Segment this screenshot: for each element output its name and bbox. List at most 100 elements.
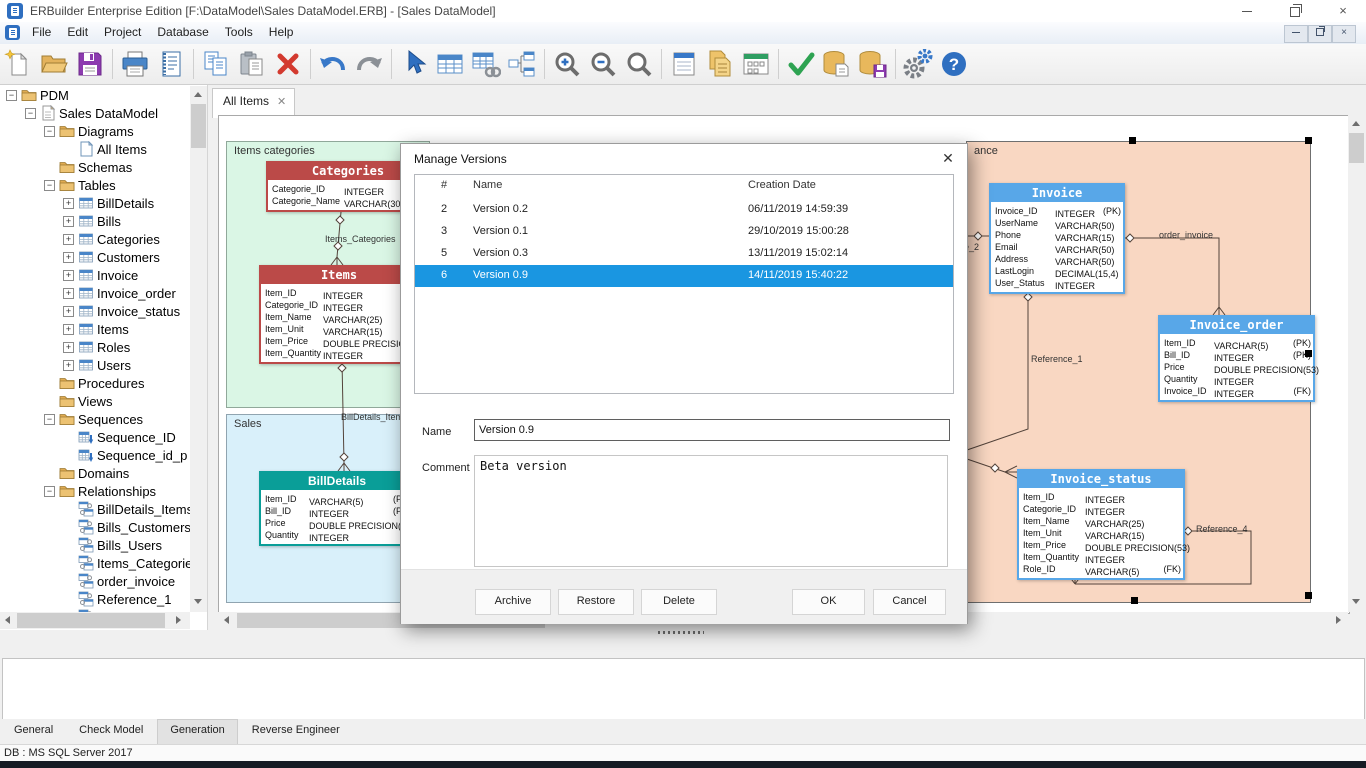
table-link-button[interactable] xyxy=(469,47,503,81)
tree-item-procedures[interactable]: Procedures xyxy=(0,374,190,392)
print-button[interactable] xyxy=(118,47,152,81)
copy-button[interactable] xyxy=(199,47,233,81)
collapse-icon[interactable]: − xyxy=(44,414,55,425)
tree-item-relationships[interactable]: −Relationships xyxy=(0,482,190,500)
menu-item-tools[interactable]: Tools xyxy=(217,22,261,44)
generate-script-button[interactable] xyxy=(820,47,854,81)
paste-button[interactable] xyxy=(235,47,269,81)
mdi-minimize-button[interactable] xyxy=(1284,25,1308,43)
report-button[interactable] xyxy=(154,47,188,81)
tab-all-items[interactable]: All Items✕ xyxy=(212,88,295,118)
minimize-button[interactable] xyxy=(1232,2,1262,20)
menu-item-project[interactable]: Project xyxy=(96,22,149,44)
expand-icon[interactable]: + xyxy=(63,198,74,209)
tree-item-invoice-status[interactable]: +Invoice_status xyxy=(0,302,190,320)
tree-item-categories[interactable]: +Categories xyxy=(0,230,190,248)
expand-icon[interactable]: + xyxy=(63,324,74,335)
tree-item-billdetails-items[interactable]: BillDetails_Items xyxy=(0,500,190,518)
tree-item-pdm[interactable]: −PDM xyxy=(0,86,190,104)
table-button[interactable] xyxy=(433,47,467,81)
tree-item-invoice[interactable]: +Invoice xyxy=(0,266,190,284)
archive-button[interactable]: Archive xyxy=(475,589,551,615)
tree-item-views[interactable]: Views xyxy=(0,392,190,410)
tree-item-users[interactable]: +Users xyxy=(0,356,190,374)
cancel-button[interactable]: Cancel xyxy=(873,589,946,615)
open-folder-button[interactable] xyxy=(37,47,71,81)
expand-icon[interactable]: + xyxy=(63,234,74,245)
tree-item-order-invoice[interactable]: order_invoice xyxy=(0,572,190,590)
tree-item-reference-1[interactable]: Reference_1 xyxy=(0,590,190,608)
selection-handle[interactable] xyxy=(1305,350,1312,357)
settings-button[interactable] xyxy=(901,47,935,81)
close-button[interactable]: × xyxy=(1328,2,1358,20)
tree-item-all-items[interactable]: All Items xyxy=(0,140,190,158)
tree-item-bills[interactable]: +Bills xyxy=(0,212,190,230)
name-input[interactable] xyxy=(474,419,950,441)
entity-invoice-status[interactable]: Invoice_statusItem_IDINTEGERCategorie_ID… xyxy=(1017,469,1185,580)
delete-version-button[interactable]: Delete xyxy=(641,589,717,615)
tree-item-domains[interactable]: Domains xyxy=(0,464,190,482)
collapse-icon[interactable]: − xyxy=(44,180,55,191)
expand-icon[interactable]: + xyxy=(63,270,74,281)
new-file-button[interactable] xyxy=(1,47,35,81)
tree-horizontal-scrollbar[interactable] xyxy=(0,612,190,629)
diagram-button[interactable] xyxy=(505,47,539,81)
tree-vertical-scrollbar[interactable] xyxy=(190,86,207,612)
tree-item-schemas[interactable]: Schemas xyxy=(0,158,190,176)
save-button[interactable] xyxy=(73,47,107,81)
pointer-button[interactable] xyxy=(397,47,431,81)
undo-button[interactable] xyxy=(316,47,350,81)
redo-button[interactable] xyxy=(352,47,386,81)
expand-icon[interactable]: + xyxy=(63,288,74,299)
tree-item-sequences[interactable]: −Sequences xyxy=(0,410,190,428)
entity-billdetails[interactable]: BillDetailsItem_IDVARCHAR(5)(PK)Bill_IDI… xyxy=(259,471,415,546)
collapse-icon[interactable]: − xyxy=(44,126,55,137)
expand-icon[interactable]: + xyxy=(63,360,74,371)
app-menu-icon[interactable] xyxy=(5,25,20,40)
version-row-version-0-1[interactable]: 3Version 0.129/10/2019 15:00:28 xyxy=(415,221,953,243)
tree-item-billdetails[interactable]: +BillDetails xyxy=(0,194,190,212)
tab-close-icon[interactable]: ✕ xyxy=(277,96,286,108)
collapse-icon[interactable]: − xyxy=(44,486,55,497)
selection-handle[interactable] xyxy=(1129,137,1136,144)
help-button[interactable]: ? xyxy=(937,47,971,81)
menu-item-help[interactable]: Help xyxy=(261,22,302,44)
splitter-handle[interactable] xyxy=(658,631,704,634)
tree-item-items-categories[interactable]: Items_Categories xyxy=(0,554,190,572)
expand-icon[interactable]: + xyxy=(63,342,74,353)
mdi-close-button[interactable]: × xyxy=(1332,25,1356,43)
expand-icon[interactable]: + xyxy=(63,216,74,227)
version-list[interactable]: # Name Creation Date 2Version 0.206/11/2… xyxy=(414,174,954,394)
dialog-close-icon[interactable]: ✕ xyxy=(939,150,957,167)
version-row-version-0-9[interactable]: 6Version 0.914/11/2019 15:40:22 xyxy=(415,265,953,287)
selection-handle[interactable] xyxy=(1305,137,1312,144)
expand-icon[interactable]: + xyxy=(63,306,74,317)
version-row-version-0-3[interactable]: 5Version 0.313/11/2019 15:02:14 xyxy=(415,243,953,265)
tree-item-sales-datamodel[interactable]: −Sales DataModel xyxy=(0,104,190,122)
bottom-tab-general[interactable]: General xyxy=(2,719,65,744)
tree-item-diagrams[interactable]: −Diagrams xyxy=(0,122,190,140)
entity-invoice-order[interactable]: Invoice_orderItem_IDVARCHAR(5)(PK)Bill_I… xyxy=(1158,315,1315,402)
entity-invoice[interactable]: InvoiceInvoice_IDINTEGER(PK)UserNameVARC… xyxy=(989,183,1125,294)
tree-item-bills-users[interactable]: Bills_Users xyxy=(0,536,190,554)
selection-handle[interactable] xyxy=(1131,597,1138,604)
tree-item-sequence-id-p[interactable]: Sequence_id_p xyxy=(0,446,190,464)
window-grid-button[interactable] xyxy=(739,47,773,81)
restore-button[interactable] xyxy=(1280,2,1310,20)
zoom-out-button[interactable] xyxy=(586,47,620,81)
selection-handle[interactable] xyxy=(1305,592,1312,599)
collapse-icon[interactable]: − xyxy=(6,90,17,101)
tree-item-sequence-id[interactable]: Sequence_ID xyxy=(0,428,190,446)
comment-textarea[interactable]: Beta version xyxy=(474,455,948,567)
delete-button[interactable] xyxy=(271,47,305,81)
doc-copy-button[interactable] xyxy=(703,47,737,81)
tree-item-customers[interactable]: +Customers xyxy=(0,248,190,266)
zoom-button[interactable] xyxy=(622,47,656,81)
restore-version-button[interactable]: Restore xyxy=(558,589,634,615)
bottom-tab-reverse-engineer[interactable]: Reverse Engineer xyxy=(240,719,352,744)
expand-icon[interactable]: + xyxy=(63,252,74,263)
tree-item-bills-customers[interactable]: Bills_Customers xyxy=(0,518,190,536)
ok-button[interactable]: OK xyxy=(792,589,865,615)
document-button[interactable] xyxy=(667,47,701,81)
menu-item-file[interactable]: File xyxy=(24,22,59,44)
